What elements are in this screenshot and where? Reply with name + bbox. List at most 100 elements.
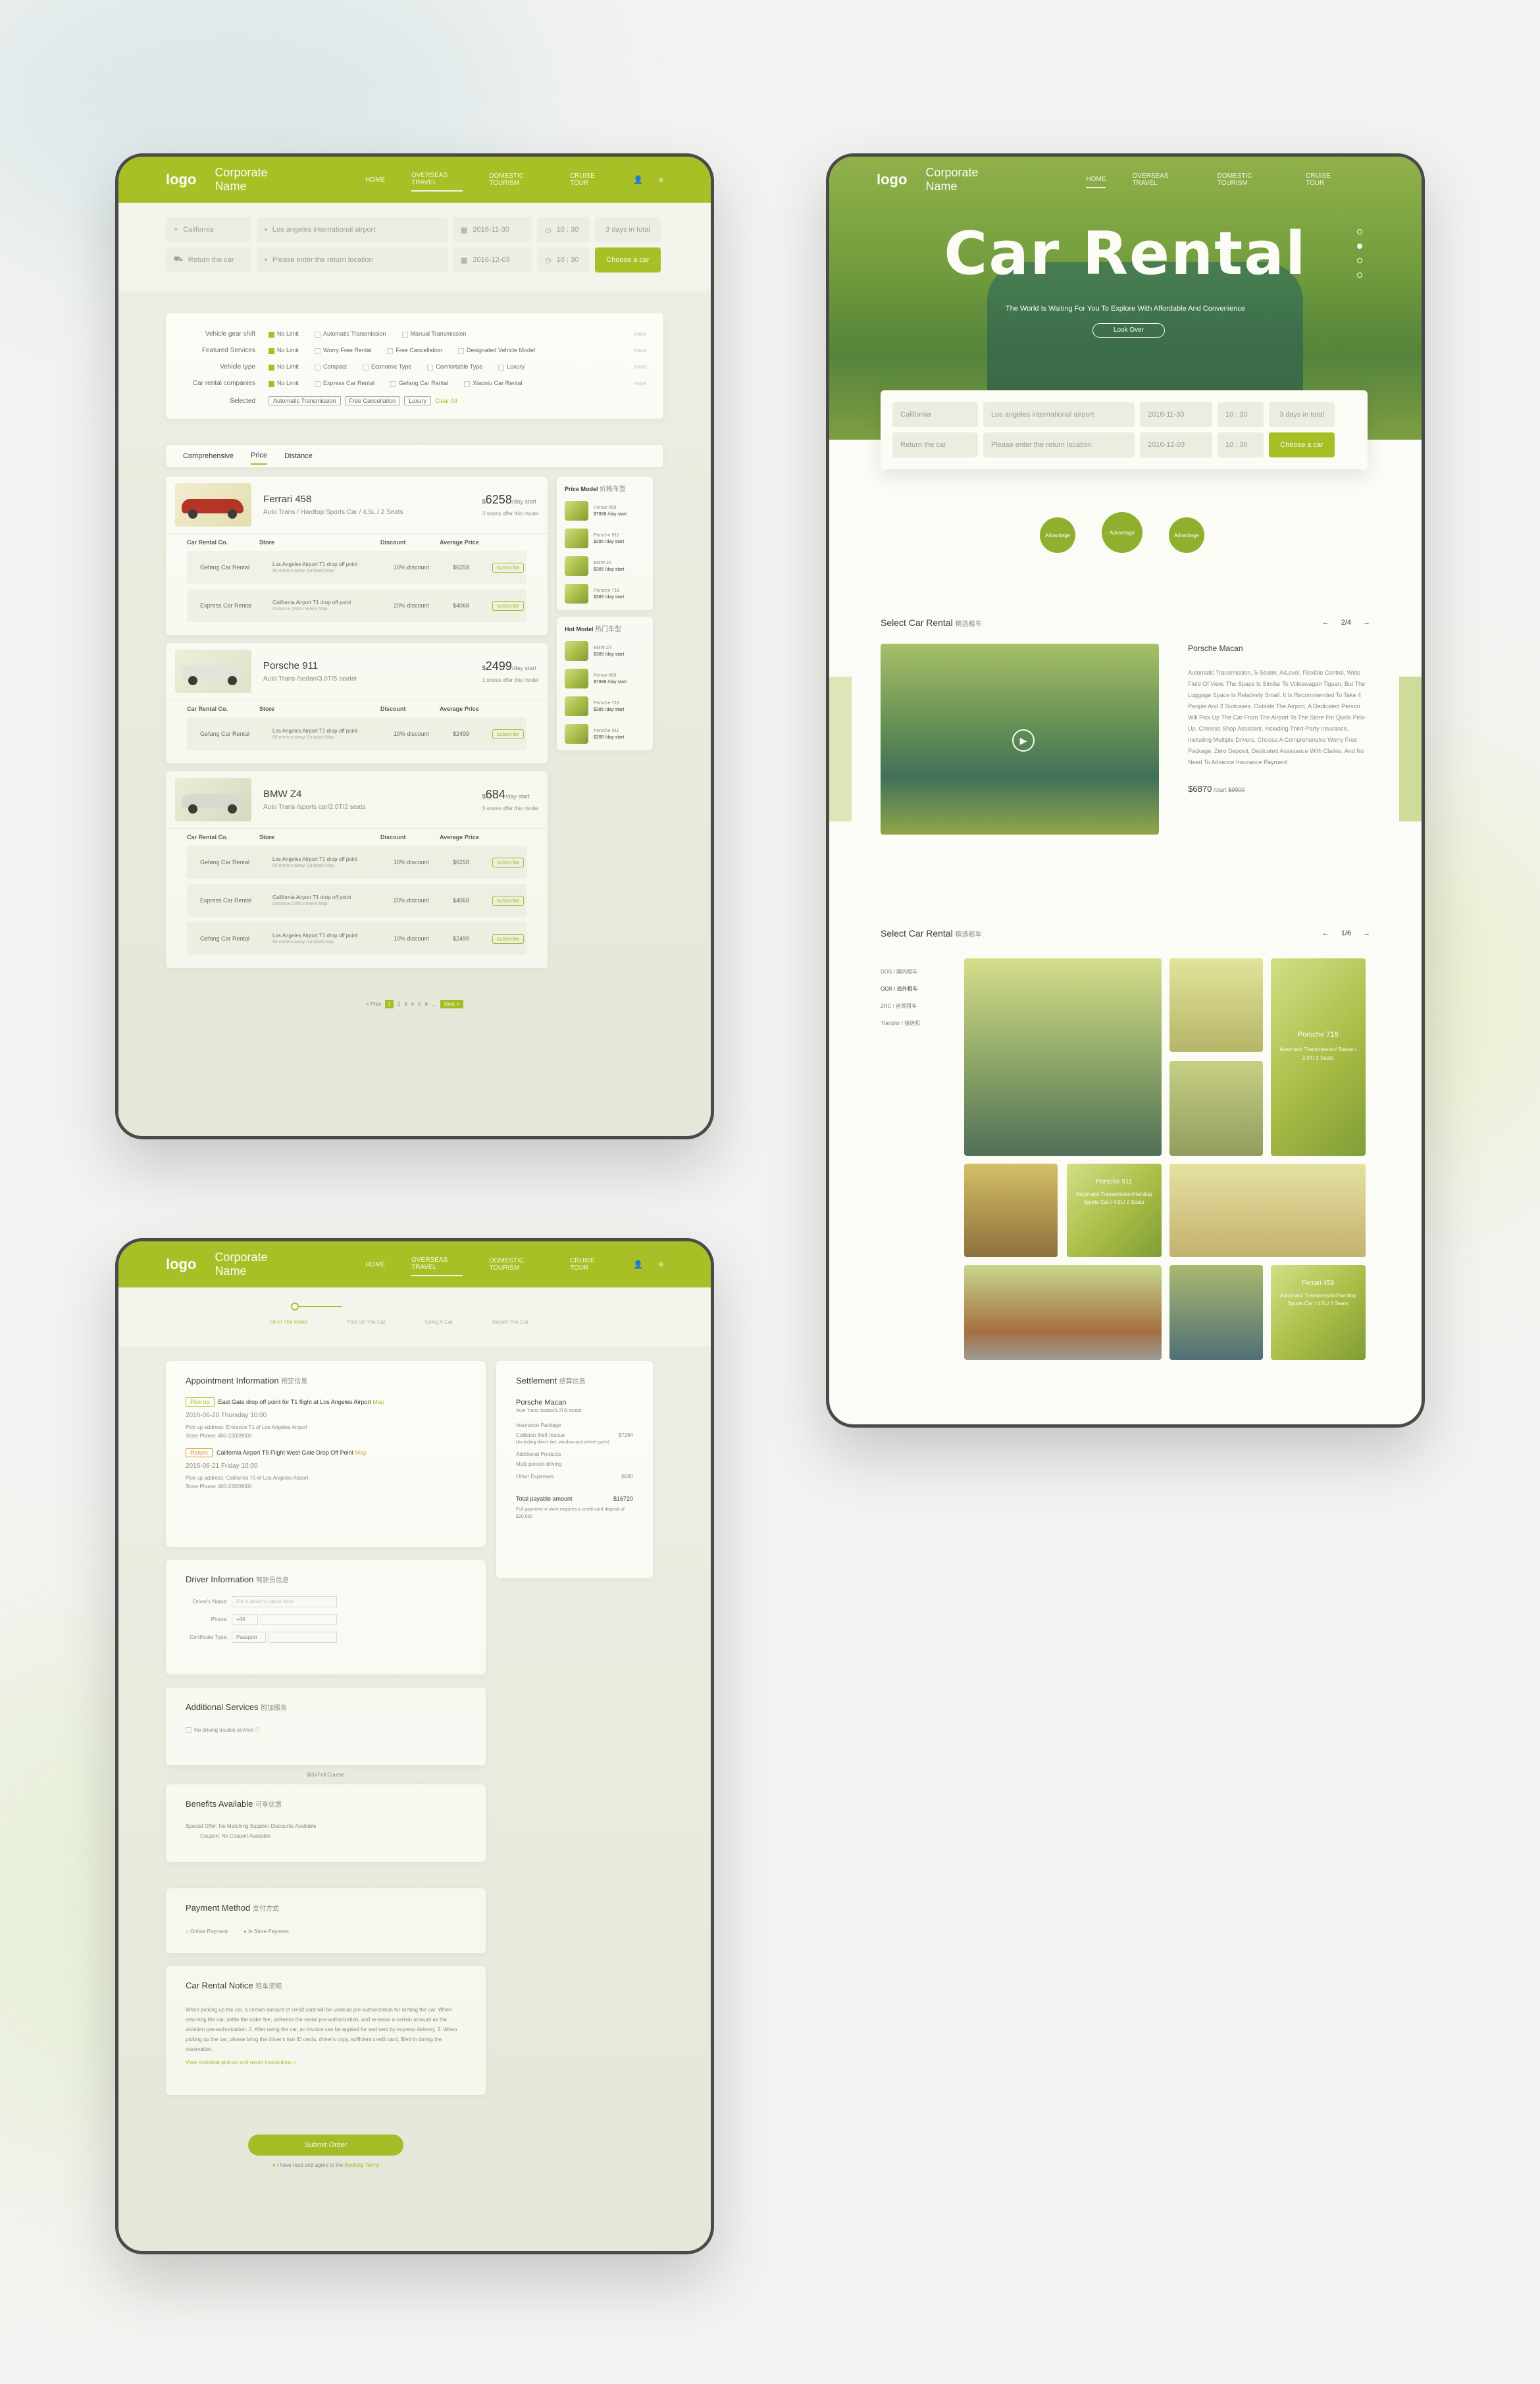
return-date-field[interactable]: ▦ 2016-12-03 [453, 247, 532, 272]
next-page[interactable]: Next > [440, 1000, 464, 1008]
nav-home[interactable]: HOME [365, 172, 385, 188]
filter-option[interactable]: No Limit [269, 330, 299, 338]
page-2[interactable]: 2 [398, 1001, 400, 1007]
city-field[interactable]: California [892, 402, 978, 427]
subscribe-button[interactable]: subscribe [492, 600, 525, 611]
menu-ocr[interactable]: OCR / 海外租车 [881, 981, 964, 998]
gallery-car-image[interactable] [963, 1164, 1058, 1257]
filter-option[interactable]: Manual Transmission [401, 330, 467, 338]
pickup-date-field[interactable]: ▦ 2016-11-30 [453, 217, 532, 242]
filter-option[interactable]: Express Car Rental [315, 380, 374, 387]
page-5[interactable]: 5 [418, 1001, 421, 1007]
filter-option[interactable]: Xiaoniu Car Rental [464, 380, 523, 387]
subscribe-button[interactable]: subscribe [492, 562, 525, 573]
gallery-car-image[interactable] [963, 958, 1162, 1156]
checkbox[interactable] [498, 364, 505, 371]
checkbox[interactable] [401, 331, 408, 338]
side-model-item[interactable]: Ferrari 458 $7888 /day start [565, 669, 645, 688]
checkbox[interactable] [315, 331, 321, 338]
next-arrow-icon[interactable]: → [1363, 619, 1370, 627]
checkbox[interactable] [363, 364, 369, 371]
pickup-time-field[interactable]: 10 : 30 [1218, 402, 1264, 427]
return-time-field[interactable]: ◷ 10 : 30 [537, 247, 590, 272]
selected-tag[interactable]: Automatic Transmission [269, 396, 341, 405]
choose-car-button[interactable]: Choose a car [1269, 432, 1335, 457]
online-payment-radio[interactable]: ○ Online Payment [186, 1929, 228, 1934]
clear-all-link[interactable]: Clear All [435, 398, 457, 404]
service-checkbox[interactable] [186, 1727, 192, 1734]
user-icon[interactable]: 👤 [633, 175, 643, 184]
user-icon[interactable]: 👤 [633, 1260, 643, 1269]
pickup-date-field[interactable]: 2016-11-30 [1140, 402, 1212, 427]
car-thumbnail[interactable] [175, 650, 251, 693]
menu-icon[interactable]: ≡ [659, 175, 663, 184]
return-time-field[interactable]: 10 : 30 [1218, 432, 1264, 457]
gallery-car-image[interactable] [1169, 958, 1263, 1052]
driver-name-input[interactable]: Fill in driver's name here [232, 1596, 337, 1607]
gallery-car-image[interactable] [963, 1265, 1162, 1360]
page-6[interactable]: 6 [425, 1001, 428, 1007]
page-4[interactable]: 4 [411, 1001, 414, 1007]
side-model-item[interactable]: Porsche 911 $285 /day start [565, 724, 645, 744]
checkbox[interactable] [269, 348, 274, 354]
car-thumbnail[interactable] [175, 483, 251, 527]
phone-code-select[interactable]: +86 [232, 1614, 258, 1625]
selected-tag[interactable]: Free Cancellation [344, 396, 401, 405]
tab-distance[interactable]: Distance [284, 452, 313, 460]
filter-option[interactable]: No Limit [269, 380, 299, 387]
advantage-circle[interactable]: Advantage [1040, 517, 1075, 553]
page-3[interactable]: 3 [404, 1001, 407, 1007]
return-location-input[interactable]: Please enter the return location [983, 432, 1135, 457]
filter-option[interactable]: Compact [315, 363, 347, 371]
gallery-car-image[interactable] [1169, 1061, 1263, 1156]
slide-dot[interactable] [1357, 258, 1362, 263]
certificate-select[interactable]: Passport [232, 1632, 266, 1643]
filter-option[interactable]: No Limit [269, 363, 299, 371]
map-link[interactable]: Map [372, 1399, 384, 1405]
nav-overseas[interactable]: OVERSEAS TRAVEL [1132, 168, 1191, 191]
subscribe-button[interactable]: subscribe [492, 933, 525, 944]
car-name[interactable]: BMW Z4 [263, 789, 471, 800]
filter-option[interactable]: Automatic Transmission [315, 330, 386, 338]
nav-cruise[interactable]: CRUISE TOUR [570, 1253, 607, 1276]
nav-cruise[interactable]: CRUISE TOUR [570, 168, 607, 191]
prev-page[interactable]: < Prev [366, 1001, 381, 1007]
checkbox[interactable] [390, 380, 397, 387]
slide-dot[interactable] [1357, 244, 1362, 249]
agree-checkbox[interactable]: ● [272, 2162, 276, 2168]
tab-comprehensive[interactable]: Comprehensive [183, 452, 234, 460]
nav-home[interactable]: HOME [365, 1257, 385, 1272]
side-model-item[interactable]: Ferrari 458 $7888 /day start [565, 501, 645, 521]
gallery-car-image[interactable] [1169, 1265, 1263, 1360]
checkbox[interactable] [387, 348, 394, 354]
nav-domestic[interactable]: DOMESTIC TOURISM [489, 1253, 544, 1276]
nav-overseas[interactable]: OVERSEAS TRAVEL [411, 168, 463, 192]
slide-dot[interactable] [1357, 272, 1362, 278]
menu-zrc[interactable]: ZRC / 自驾租车 [881, 998, 964, 1015]
checkbox[interactable] [457, 348, 464, 354]
checkbox[interactable] [269, 364, 274, 371]
car-thumbnail[interactable] [175, 778, 251, 821]
subscribe-button[interactable]: subscribe [492, 895, 525, 906]
checkbox[interactable] [269, 380, 274, 387]
play-icon[interactable]: ▶ [1012, 729, 1035, 752]
selected-tag[interactable]: Luxury [404, 396, 432, 405]
menu-dos[interactable]: DOS / 国内租车 [881, 964, 964, 981]
subscribe-button[interactable]: subscribe [492, 857, 525, 868]
filter-option[interactable]: No Limit [269, 347, 299, 354]
side-model-item[interactable]: Porsche 911 $285 /day start [565, 529, 645, 548]
logo[interactable]: logo [166, 1256, 196, 1273]
pickup-time-field[interactable]: ◷ 10 : 30 [537, 217, 590, 242]
nav-domestic[interactable]: DOMESTIC TOURISM [489, 168, 544, 191]
nav-domestic[interactable]: DOMESTIC TOURISM [1218, 168, 1279, 191]
menu-transfer[interactable]: Transfer / 接送机 [881, 1015, 964, 1032]
instructions-link[interactable]: View complete pick-up and return instruc… [186, 2060, 466, 2065]
page-1[interactable]: 1 [385, 1000, 394, 1008]
filter-option[interactable]: Gefang Car Rental [390, 380, 448, 387]
return-place-field[interactable]: Return the car [892, 432, 978, 457]
checkbox[interactable] [427, 364, 434, 371]
car-name[interactable]: Ferrari 458 [263, 494, 471, 505]
phone-input[interactable] [261, 1614, 337, 1625]
side-model-item[interactable]: BMW Z4 $385 /day start [565, 641, 645, 661]
gallery-info-card[interactable]: Porsche 718 Automatic Transmission/ Seda… [1270, 958, 1366, 1156]
